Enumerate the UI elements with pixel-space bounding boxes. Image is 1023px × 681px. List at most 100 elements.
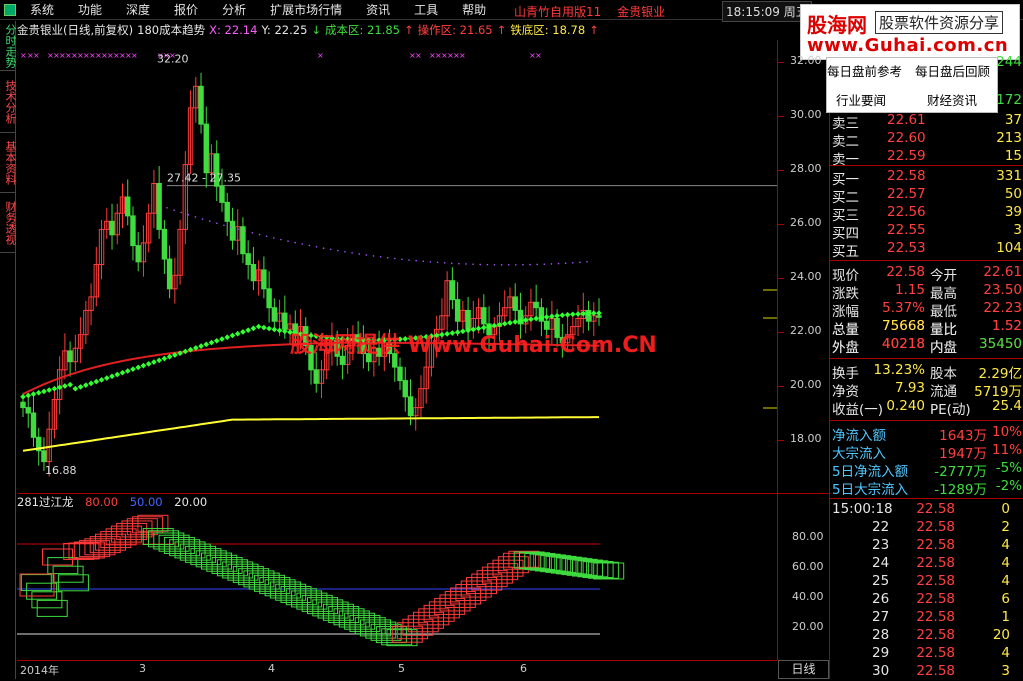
- candle-body: [203, 123, 209, 174]
- quote-cell: 15: [1004, 148, 1022, 164]
- menu-help[interactable]: 帮助: [450, 0, 498, 20]
- trend-dot: [436, 261, 439, 264]
- ma-green-marker: [151, 359, 157, 365]
- quote-cell: 104: [996, 240, 1022, 256]
- trend-dot: [372, 255, 375, 257]
- trend-dot: [230, 226, 232, 229]
- ma-green-marker: [20, 393, 26, 400]
- ma-green-marker: [554, 312, 560, 319]
- trend-dot: [529, 263, 531, 266]
- quote-cell: 6: [1001, 591, 1010, 607]
- tab-financials[interactable]: 财务透视: [0, 193, 17, 253]
- quote-cell: 22.58: [886, 264, 925, 280]
- quote-cell: 23.50: [983, 282, 1022, 298]
- quote-cell: 22.61: [983, 264, 1022, 280]
- quote-cell: 30: [872, 663, 890, 679]
- ma-green-marker: [114, 371, 121, 378]
- quote-cell: 25: [872, 573, 890, 589]
- menu-quote[interactable]: 报价: [162, 0, 210, 20]
- quote-cell: 买一: [832, 172, 859, 188]
- trend-dot: [187, 213, 190, 216]
- menu-info[interactable]: 资讯: [354, 0, 402, 20]
- candle-body: [282, 312, 288, 330]
- ma-green-marker: [103, 375, 110, 381]
- tab-intraday[interactable]: 分时走势: [0, 21, 17, 71]
- ma-green-marker: [512, 319, 519, 325]
- ma-green-marker: [182, 348, 189, 355]
- candle-body: [30, 412, 37, 438]
- ma-green-marker: [559, 312, 566, 319]
- menu-system[interactable]: 系统: [18, 0, 66, 20]
- trend-dot: [287, 240, 289, 242]
- quote-row: 15:00:18 22.58 0: [832, 501, 1022, 519]
- candle-body: [596, 315, 602, 318]
- y-value: Y: 22.25: [261, 23, 308, 37]
- quote-row: 24 22.58 4: [832, 555, 1022, 573]
- candle-body: [67, 350, 73, 363]
- tab-fundamentals[interactable]: 基本资料: [0, 133, 17, 193]
- trend-dot: [280, 238, 282, 241]
- time-label: 3: [139, 662, 146, 675]
- quote-cell: 大宗流入: [832, 446, 886, 462]
- brand-url: www.Guhai.com.cn: [807, 35, 1009, 56]
- trend-dot: [429, 261, 432, 263]
- quote-cell: 3: [1013, 222, 1022, 238]
- time-label: 6: [520, 662, 527, 675]
- menu-item-premarket[interactable]: 每日盘前参考: [827, 61, 902, 80]
- price-axis-tick: [778, 170, 784, 171]
- quote-row: 27 22.58 1: [832, 609, 1022, 627]
- ma-green-marker: [569, 311, 576, 318]
- quote-row: 换手 13.23% 股本 2.29亿: [832, 362, 1022, 382]
- tab-technical[interactable]: 技术分析: [0, 71, 17, 133]
- menu-item-postmarket[interactable]: 每日盘后回顾: [915, 61, 990, 80]
- trend-dot: [386, 256, 389, 259]
- quote-cell: 买三: [832, 208, 859, 224]
- time-label: 2014年: [20, 664, 59, 677]
- quote-cell: 4: [1001, 573, 1010, 589]
- quote-cell: 22.58: [916, 573, 955, 589]
- sub-indicator-name[interactable]: 281过江龙: [17, 495, 73, 509]
- ma-green-marker: [234, 330, 241, 337]
- quote-cell: 股本: [930, 366, 957, 382]
- x-value: X: 22.14: [209, 23, 258, 37]
- ma-green-marker: [240, 329, 246, 335]
- period-tab-daily[interactable]: 日线: [778, 660, 829, 679]
- ma-green-marker: [564, 311, 571, 318]
- menu-item-industry-news[interactable]: 行业要闻: [836, 90, 886, 109]
- menu-item-finance-news[interactable]: 财经资讯: [927, 90, 977, 109]
- sub-level-80: 80.00: [85, 495, 119, 509]
- quote-cell: 4: [1001, 537, 1010, 553]
- quote-row: 涨幅 5.37% 最低 22.23: [832, 300, 1022, 320]
- indicator-name[interactable]: 180成本趋势: [137, 22, 205, 38]
- menu-extended-market[interactable]: 扩展市场行情: [258, 0, 354, 20]
- app-logo-icon[interactable]: [4, 3, 16, 16]
- quote-cell: 买四: [832, 226, 859, 242]
- ma-green-marker: [30, 391, 37, 397]
- candlestick-chart[interactable]: × × × × × × × × × × × × × × × × × × × × × × × × × × × × × × × ×32.2027.…: [17, 40, 777, 492]
- floor-zone-value: 铁底区: 18.78: [510, 23, 586, 37]
- candle-body: [219, 185, 225, 203]
- quote-cell: 22.23: [983, 300, 1022, 316]
- watermark: 股海网提供 Www.Guhai.Com.CN: [290, 333, 657, 358]
- ma-green-marker: [156, 357, 162, 364]
- ma-green-marker: [261, 324, 267, 331]
- menu-tools[interactable]: 工具: [402, 0, 450, 20]
- menu-function[interactable]: 功能: [66, 0, 114, 20]
- quote-cell: 涨跌: [832, 286, 859, 302]
- trend-dot: [472, 263, 474, 266]
- quote-row: 卖二 22.60 213: [832, 130, 1022, 150]
- sub-indicator-chart[interactable]: [17, 510, 777, 660]
- ma-green-marker: [255, 323, 262, 330]
- stair-box: [47, 557, 79, 575]
- trend-dot: [337, 249, 339, 252]
- candle-body: [125, 196, 131, 217]
- price-axis-tick: [778, 386, 784, 387]
- trend-dot: [351, 252, 353, 254]
- menu-analysis[interactable]: 分析: [210, 0, 258, 20]
- quote-cell: 22.58: [916, 555, 955, 571]
- quote-cell: 331: [996, 168, 1022, 184]
- ma-green-marker: [229, 332, 236, 339]
- trend-dot: [208, 220, 211, 222]
- menu-depth[interactable]: 深度: [114, 0, 162, 20]
- ma-green-marker: [124, 368, 131, 374]
